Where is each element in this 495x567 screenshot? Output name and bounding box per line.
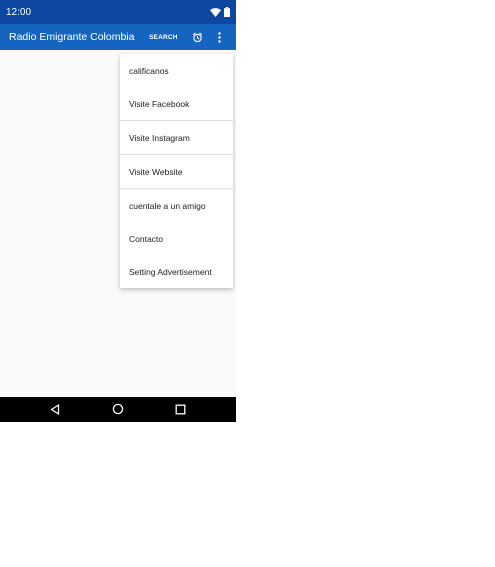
- status-bar: 12:00: [0, 0, 236, 24]
- overflow-menu-button[interactable]: [215, 30, 225, 44]
- menu-item-cuentale-a-un-amigo[interactable]: cuentale a un amigo: [120, 189, 233, 222]
- menu-item-calificanos[interactable]: calificanos: [120, 54, 233, 87]
- menu-item-visite-facebook[interactable]: Visite Facebook: [120, 87, 233, 120]
- menu-item-setting-advertisement[interactable]: Setting Advertisement: [120, 255, 233, 288]
- app-bar: Radio Emigrante Colombia SEARCH: [0, 24, 236, 50]
- status-time: 12:00: [6, 6, 32, 18]
- battery-icon: [224, 7, 230, 17]
- home-icon: [112, 400, 124, 419]
- search-button[interactable]: SEARCH: [149, 34, 178, 41]
- menu-item-visite-instagram[interactable]: Visite Instagram: [120, 121, 233, 154]
- overflow-menu: calificanos Visite Facebook Visite Insta…: [120, 54, 233, 288]
- recents-icon: [175, 400, 186, 419]
- wifi-icon: [210, 7, 221, 17]
- back-button[interactable]: [47, 402, 63, 418]
- alarm-icon: [192, 28, 203, 47]
- menu-item-visite-website[interactable]: Visite Website: [120, 155, 233, 188]
- app-title: Radio Emigrante Colombia: [9, 31, 135, 43]
- navigation-bar: [0, 397, 236, 422]
- alarm-button[interactable]: [191, 30, 205, 44]
- status-icons: [210, 7, 230, 17]
- phone-screen: 12:00 Radio Emigrante Colombia SEARCH ca…: [0, 0, 236, 422]
- recents-button[interactable]: [173, 402, 189, 418]
- more-vert-icon: [218, 28, 221, 47]
- menu-item-contacto[interactable]: Contacto: [120, 222, 233, 255]
- home-button[interactable]: [110, 402, 126, 418]
- back-icon: [50, 400, 60, 419]
